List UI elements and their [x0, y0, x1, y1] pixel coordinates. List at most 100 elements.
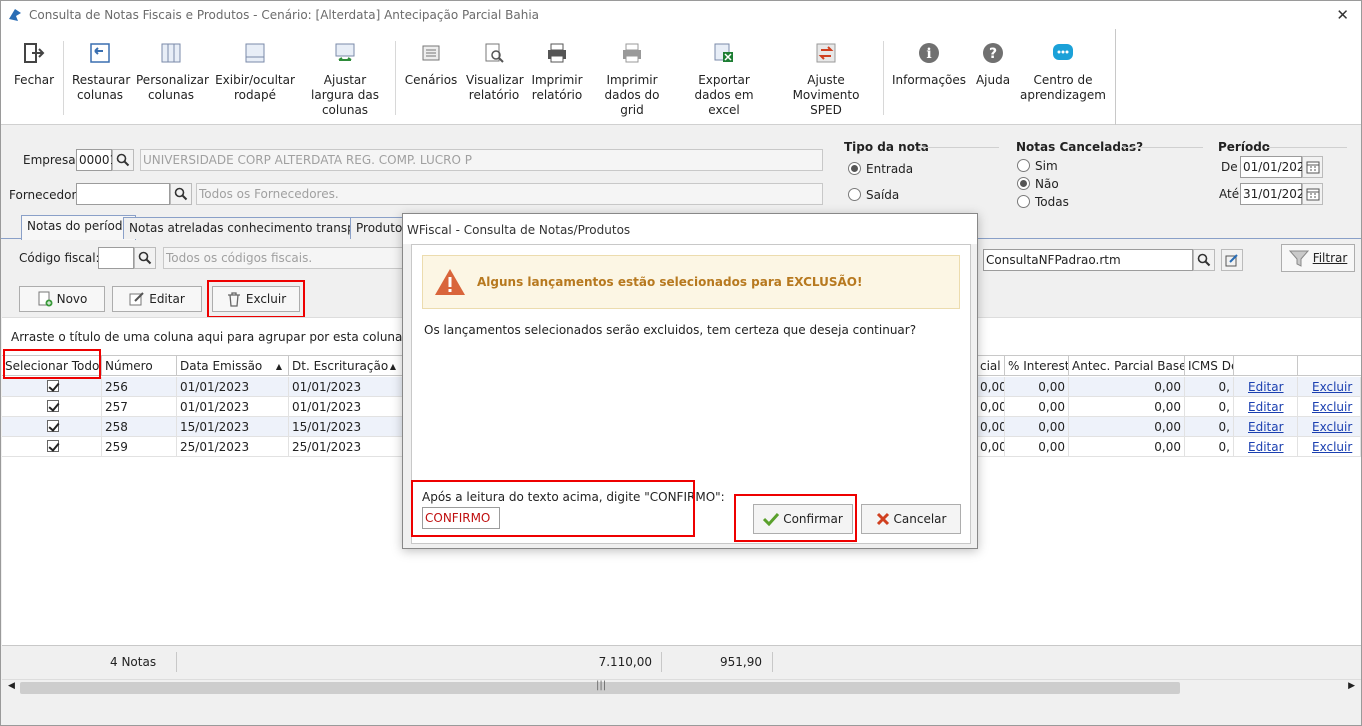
- imprimir-relatorio-button[interactable]: Imprimir relatório: [527, 29, 587, 125]
- customize-columns-icon: [161, 43, 181, 63]
- close-icon[interactable]: ✕: [1336, 6, 1349, 24]
- row-edit-link[interactable]: Editar: [1248, 420, 1284, 434]
- tab-notas-periodo[interactable]: Notas do período: [21, 215, 136, 240]
- confirmar-button[interactable]: Confirmar: [753, 504, 853, 534]
- icms-cell: 0,: [1218, 380, 1230, 394]
- select-cell[interactable]: [2, 417, 102, 437]
- numero-header[interactable]: Número: [102, 356, 177, 376]
- emissao-cell-container: 01/01/2023: [177, 397, 289, 417]
- fornecedor-code-input[interactable]: [76, 183, 170, 205]
- periodo-ate-input[interactable]: 31/01/2023: [1240, 183, 1312, 205]
- antec-parcial-base-header[interactable]: Antec. Parcial Base: [1069, 356, 1185, 376]
- confirm-input[interactable]: CONFIRMO: [422, 507, 500, 529]
- antec-base-cell-container: 0,00: [1069, 437, 1185, 457]
- numero-cell-container: 256: [102, 377, 177, 397]
- novo-button[interactable]: Novo: [19, 286, 105, 312]
- personalizar-colunas-button[interactable]: Personalizar colunas: [135, 29, 209, 125]
- imprimir-dados-grid-button[interactable]: Imprimir dados do grid: [591, 29, 673, 125]
- fechar-button[interactable]: Fechar: [9, 29, 59, 125]
- row-edit-link-container: Editar: [1234, 417, 1298, 437]
- warning-icon: [435, 269, 465, 295]
- exportar-excel-button[interactable]: Exportar dados em excel: [679, 29, 769, 125]
- periodo-ate-calendar-button[interactable]: [1302, 183, 1323, 205]
- warning-message: Alguns lançamentos estão selecionados pa…: [477, 275, 863, 289]
- data-emissao-header[interactable]: Data Emissão ▲: [177, 356, 289, 376]
- periodo-de-calendar-button[interactable]: [1302, 156, 1323, 178]
- restaurar-colunas-button[interactable]: Restaurar colunas: [69, 29, 131, 125]
- row-delete-link[interactable]: Excluir: [1312, 440, 1352, 454]
- row-checkbox[interactable]: [47, 440, 59, 452]
- canceladas-sim-radio[interactable]: [1017, 159, 1030, 172]
- row-delete-link[interactable]: Excluir: [1312, 420, 1352, 434]
- escrituracao-cell-container: 01/01/2023: [289, 397, 403, 417]
- cenarios-button[interactable]: Cenários: [401, 29, 461, 125]
- visualizar-relatorio-button[interactable]: Visualizar relatório: [463, 29, 525, 125]
- icms-cell-container: 0,: [1185, 417, 1234, 437]
- row-delete-link-container: Excluir: [1298, 397, 1361, 417]
- grid-footer: 4 Notas 7.110,00 951,90: [2, 645, 1361, 679]
- escrituracao-cell: 15/01/2023: [292, 420, 362, 434]
- antec-base-cell: 0,00: [1154, 420, 1181, 434]
- layout-edit-button[interactable]: [1221, 249, 1243, 271]
- search-icon: [138, 251, 152, 265]
- search-icon: [116, 153, 130, 167]
- select-all-header[interactable]: Selecionar Todos: [2, 356, 102, 376]
- ajustar-largura-button[interactable]: Ajustar largura das colunas: [301, 29, 389, 125]
- new-document-icon: [38, 291, 53, 307]
- empresa-search-button[interactable]: [112, 149, 134, 171]
- editar-button[interactable]: Editar: [112, 286, 202, 312]
- select-cell[interactable]: [2, 397, 102, 417]
- numero-cell-container: 257: [102, 397, 177, 417]
- row-edit-link[interactable]: Editar: [1248, 380, 1284, 394]
- excluir-button[interactable]: Excluir: [212, 286, 300, 312]
- dt-escrituracao-header[interactable]: Dt. Escrituração ▲: [289, 356, 403, 376]
- horizontal-scrollbar[interactable]: ◀ ||| ▶: [2, 679, 1361, 696]
- select-cell[interactable]: [2, 437, 102, 457]
- layout-search-button[interactable]: [1193, 249, 1215, 271]
- layout-file-input[interactable]: ConsultaNFPadrao.rtm: [983, 249, 1193, 271]
- scroll-left-icon[interactable]: ◀: [8, 681, 15, 691]
- informacoes-button[interactable]: i Informações: [891, 29, 967, 125]
- dialog-body: Alguns lançamentos estão selecionados pa…: [411, 244, 971, 544]
- interest-cell-container: 0,00: [1005, 377, 1069, 397]
- codigo-fiscal-input[interactable]: [98, 247, 134, 269]
- icms-cell: 0,: [1218, 440, 1230, 454]
- svg-text:i: i: [926, 46, 931, 62]
- canceladas-nao-radio[interactable]: [1017, 177, 1030, 190]
- tipo-saida-radio[interactable]: [848, 188, 861, 201]
- ajuda-button[interactable]: ? Ajuda: [971, 29, 1015, 125]
- edit-icon: [1225, 254, 1238, 267]
- ajuste-movimento-sped-button[interactable]: Ajuste Movimento SPED: [775, 29, 877, 125]
- antec-base-cell: 0,00: [1154, 440, 1181, 454]
- fornecedor-search-button[interactable]: [170, 183, 192, 205]
- scroll-right-icon[interactable]: ▶: [1348, 681, 1355, 691]
- search-icon: [174, 187, 188, 201]
- row-delete-link[interactable]: Excluir: [1312, 380, 1352, 394]
- tipo-entrada-radio[interactable]: [848, 162, 861, 175]
- row-checkbox[interactable]: [47, 380, 59, 392]
- antec-base-cell: 0,00: [1154, 400, 1181, 414]
- row-delete-link[interactable]: Excluir: [1312, 400, 1352, 414]
- parcial-header[interactable]: cial: [977, 356, 1005, 376]
- icms-cell-container: 0,: [1185, 397, 1234, 417]
- select-cell[interactable]: [2, 377, 102, 397]
- row-edit-link[interactable]: Editar: [1248, 400, 1284, 414]
- cancelar-button[interactable]: Cancelar: [861, 504, 961, 534]
- empresa-code-input[interactable]: 00001: [76, 149, 117, 171]
- interest-header[interactable]: % Interest.: [1005, 356, 1069, 376]
- scroll-thumb[interactable]: |||: [20, 680, 1180, 694]
- exibir-ocultar-rodape-button[interactable]: Exibir/ocultar rodapé: [213, 29, 297, 125]
- centro-aprendizagem-button[interactable]: Centro de aprendizagem: [1017, 29, 1109, 125]
- parcial-cell-container: 0,00: [977, 437, 1005, 457]
- row-edit-link[interactable]: Editar: [1248, 440, 1284, 454]
- tab-notas-transporte[interactable]: Notas atreladas conhecimento transporte: [123, 217, 386, 239]
- row-checkbox[interactable]: [47, 400, 59, 412]
- row-checkbox[interactable]: [47, 420, 59, 432]
- numero-cell-container: 259: [102, 437, 177, 457]
- periodo-de-input[interactable]: 01/01/2023: [1240, 156, 1312, 178]
- icms-header[interactable]: ICMS De: [1185, 356, 1234, 376]
- canceladas-todas-radio[interactable]: [1017, 195, 1030, 208]
- empresa-name-field: UNIVERSIDADE CORP ALTERDATA REG. COMP. L…: [140, 149, 823, 171]
- filtrar-button[interactable]: Filtrar: [1281, 244, 1355, 272]
- codigo-search-button[interactable]: [134, 247, 156, 269]
